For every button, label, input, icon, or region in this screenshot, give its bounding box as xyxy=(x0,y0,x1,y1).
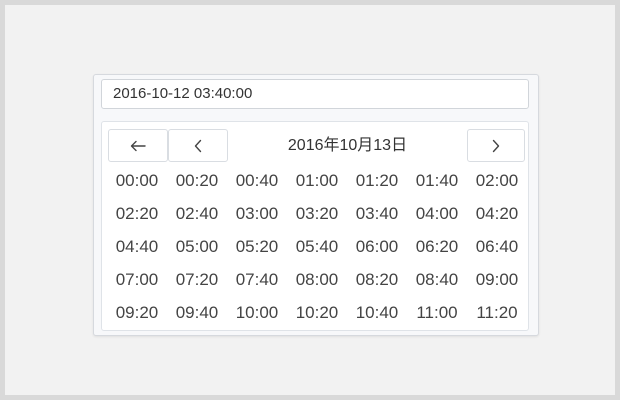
time-slot[interactable]: 07:00 xyxy=(107,263,167,296)
current-date-title[interactable]: 2016年10月13日 xyxy=(228,129,467,162)
time-slot[interactable]: 09:20 xyxy=(107,296,167,329)
time-slot[interactable]: 04:20 xyxy=(467,197,527,230)
arrow-left-icon xyxy=(130,140,146,152)
time-slot[interactable]: 08:40 xyxy=(407,263,467,296)
time-slot[interactable]: 02:00 xyxy=(467,164,527,197)
time-slot[interactable]: 03:20 xyxy=(287,197,347,230)
time-slot[interactable]: 09:00 xyxy=(467,263,527,296)
next-day-button[interactable] xyxy=(467,129,525,162)
time-slot[interactable]: 01:40 xyxy=(407,164,467,197)
time-slot[interactable]: 07:20 xyxy=(167,263,227,296)
time-slot[interactable]: 00:20 xyxy=(167,164,227,197)
datetime-picker-panel: 2016-10-12 03:40:00 2016年10月13日 00:00 00:… xyxy=(93,74,539,336)
time-slot[interactable]: 09:40 xyxy=(167,296,227,329)
datetime-input[interactable]: 2016-10-12 03:40:00 xyxy=(101,79,529,109)
previous-day-button[interactable] xyxy=(168,129,228,162)
time-slot[interactable]: 11:00 xyxy=(407,296,467,329)
time-slot[interactable]: 03:40 xyxy=(347,197,407,230)
time-slot[interactable]: 08:20 xyxy=(347,263,407,296)
time-slot[interactable]: 04:00 xyxy=(407,197,467,230)
time-slot[interactable]: 08:00 xyxy=(287,263,347,296)
time-slot[interactable]: 00:40 xyxy=(227,164,287,197)
time-slot[interactable]: 02:20 xyxy=(107,197,167,230)
time-slot[interactable]: 00:00 xyxy=(107,164,167,197)
time-slot-grid: 00:00 00:20 00:40 01:00 01:20 01:40 02:00 02:20… xyxy=(107,164,527,329)
time-slot[interactable]: 11:20 xyxy=(467,296,527,329)
time-slot[interactable]: 05:00 xyxy=(167,230,227,263)
chevron-right-icon xyxy=(491,139,501,153)
time-slot[interactable]: 07:40 xyxy=(227,263,287,296)
time-slot[interactable]: 05:40 xyxy=(287,230,347,263)
time-slot[interactable]: 01:20 xyxy=(347,164,407,197)
time-slot[interactable]: 10:20 xyxy=(287,296,347,329)
page-background: 2016-10-12 03:40:00 2016年10月13日 00:00 00:… xyxy=(5,5,615,395)
chevron-left-icon xyxy=(193,139,203,153)
time-slot[interactable]: 06:00 xyxy=(347,230,407,263)
time-slot[interactable]: 04:40 xyxy=(107,230,167,263)
time-slot[interactable]: 06:20 xyxy=(407,230,467,263)
time-slot[interactable]: 03:00 xyxy=(227,197,287,230)
time-slot[interactable]: 10:40 xyxy=(347,296,407,329)
time-slot[interactable]: 10:00 xyxy=(227,296,287,329)
time-slot[interactable]: 05:20 xyxy=(227,230,287,263)
time-slot[interactable]: 02:40 xyxy=(167,197,227,230)
back-button[interactable] xyxy=(108,129,168,162)
time-picker-dropdown: 2016年10月13日 00:00 00:20 00:40 01:00 01:20 01:… xyxy=(101,121,529,331)
time-slot[interactable]: 06:40 xyxy=(467,230,527,263)
time-slot[interactable]: 01:00 xyxy=(287,164,347,197)
